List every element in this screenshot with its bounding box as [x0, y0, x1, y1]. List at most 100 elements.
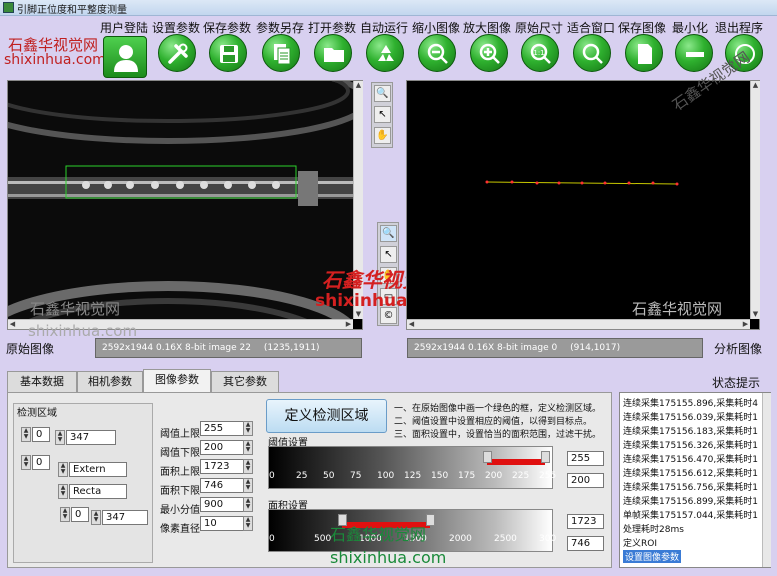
zoom-in-button[interactable] — [470, 34, 508, 72]
folder-icon — [324, 48, 344, 62]
threshold-low-value[interactable]: 200 — [567, 473, 604, 488]
tab-camera-params[interactable]: 相机参数 — [77, 371, 143, 392]
status-row: 连续采集175156.612,采集耗时1 — [623, 469, 758, 479]
tick-label: 200 — [485, 471, 503, 481]
tick-label: 500 — [314, 534, 332, 544]
app-window: 引脚正位度和平整度测量 石鑫华视觉网 shixinhua.com 用户登陆 设置参… — [0, 0, 777, 576]
min-score-field[interactable]: 900 — [200, 497, 244, 512]
threshold-high-value[interactable]: 255 — [567, 451, 604, 466]
save-params-button[interactable] — [209, 34, 247, 72]
original-info-text: 2592x1944 0.16X 8-bit image 22 — [102, 343, 251, 353]
tab-basic-data[interactable]: 基本数据 — [7, 371, 77, 392]
pointer-tool-icon[interactable]: ↖ — [380, 246, 397, 263]
min-score-stepper[interactable]: ▲ ▼ — [243, 497, 253, 512]
zoom-tool-icon[interactable]: 🔍 — [374, 85, 391, 102]
tools-icon — [168, 43, 188, 64]
roi-mode2-stepper[interactable]: ▲ ▼ — [58, 484, 68, 499]
save-params-as-button[interactable] — [262, 34, 300, 72]
zoom-out-icon — [427, 43, 448, 64]
threshold-upper-stepper[interactable]: ▲ ▼ — [243, 421, 253, 436]
pointer-tool-icon[interactable]: ↖ — [374, 106, 391, 123]
area-high-handle[interactable] — [426, 514, 436, 526]
threshold-slider[interactable]: 0 25 50 75 100 125 150 175 200 225 255 — [268, 446, 557, 489]
tick-label: 50 — [323, 471, 335, 481]
roi-e-stepper[interactable]: ▲ ▼ — [91, 510, 101, 525]
tick-label: 225 — [512, 471, 530, 481]
define-roi-button[interactable]: 定义检测区域 — [266, 399, 387, 433]
roi-c-field[interactable]: 0 — [32, 455, 50, 470]
roi-d-stepper[interactable]: ▲ ▼ — [60, 507, 70, 522]
tick-label: 2000 — [449, 534, 472, 544]
scroll-right-icon[interactable]: ▶ — [741, 320, 750, 329]
roi-mode2-select[interactable]: Recta — [69, 484, 127, 499]
scroll-left-icon[interactable]: ◀ — [8, 320, 17, 329]
analysis-info-bar: 2592x1944 0.16X 8-bit image 0 (914,1017) — [407, 338, 703, 358]
analysis-image-label: 分析图像 — [714, 342, 763, 356]
param-label: 面积下限 — [160, 486, 200, 497]
threshold-lower-stepper[interactable]: ▲ ▼ — [243, 440, 253, 455]
user-login-button[interactable] — [103, 36, 147, 78]
param-label: 阈值下限 — [160, 448, 200, 459]
analysis-coords: (914,1017) — [570, 343, 621, 353]
save-image-button[interactable] — [625, 34, 663, 72]
roi-b-stepper[interactable]: ▲ ▼ — [55, 430, 65, 445]
area-high-value[interactable]: 1723 — [567, 514, 604, 529]
analysis-vertical-scrollbar[interactable]: ▲ ▼ — [750, 81, 760, 319]
roi-d-field[interactable]: 0 — [71, 507, 89, 522]
pixel-diameter-stepper[interactable]: ▲ ▼ — [243, 516, 253, 531]
open-params-button[interactable] — [314, 34, 352, 72]
tick-label: 0 — [269, 471, 275, 481]
fit-window-button[interactable] — [573, 34, 611, 72]
scroll-left-icon[interactable]: ◀ — [407, 320, 416, 329]
area-low-value[interactable]: 746 — [567, 536, 604, 551]
minimize-button[interactable] — [675, 34, 713, 72]
threshold-upper-field[interactable]: 255 — [200, 421, 244, 436]
roi-mode1-select[interactable]: Extern — [69, 462, 127, 477]
scroll-right-icon[interactable]: ▶ — [344, 320, 353, 329]
document-icon — [638, 44, 652, 64]
area-upper-stepper[interactable]: ▲ ▼ — [243, 459, 253, 474]
settings-button[interactable] — [158, 34, 196, 72]
pan-hand-icon[interactable]: ✋ — [374, 127, 391, 144]
tab-other-params[interactable]: 其它参数 — [211, 371, 279, 392]
status-scrollbar[interactable] — [762, 393, 771, 567]
roi-mode1-stepper[interactable]: ▲ ▼ — [58, 462, 68, 477]
title-bar: 引脚正位度和平整度测量 — [0, 0, 777, 16]
status-list[interactable]: 连续采集175155.896,采集耗时4 连续采集175156.039,采集耗时1… — [619, 392, 771, 568]
scroll-up-icon[interactable]: ▲ — [751, 81, 760, 90]
roi-b-field[interactable]: 347 — [66, 430, 116, 445]
auto-run-button[interactable] — [366, 34, 404, 72]
status-row: 连续采集175156.470,采集耗时1 — [623, 455, 758, 465]
original-image-view[interactable]: ▲ ▼ ◀ ▶ — [7, 80, 363, 330]
one-to-one-text: 1:1 — [533, 49, 544, 57]
tick-label: 255 — [539, 471, 557, 481]
scroll-up-icon[interactable]: ▲ — [354, 81, 363, 90]
tick-label: 300 — [539, 534, 557, 544]
roi-c-stepper[interactable]: ▲ ▼ — [21, 455, 31, 470]
roi-e-field[interactable]: 347 — [102, 510, 148, 525]
original-coords: (1235,1911) — [263, 343, 320, 353]
watermark-en: shixinhua.com — [4, 52, 106, 68]
original-size-button[interactable]: 1:1 — [521, 34, 559, 72]
zoom-out-button[interactable] — [418, 34, 456, 72]
threshold-range-fill — [486, 459, 545, 465]
threshold-lower-field[interactable]: 200 — [200, 440, 244, 455]
scroll-down-icon[interactable]: ▼ — [354, 310, 363, 319]
status-row: 连续采集175156.756,采集耗时1 — [623, 483, 758, 493]
zoom-fit-icon — [582, 43, 603, 64]
pixel-diameter-field[interactable]: 10 — [200, 516, 244, 531]
original-tool-palette: 🔍 ↖ ✋ — [371, 82, 393, 148]
area-lower-field[interactable]: 746 — [200, 478, 244, 493]
area-lower-stepper[interactable]: ▲ ▼ — [243, 478, 253, 493]
tab-image-params[interactable]: 图像参数 — [143, 369, 211, 393]
scroll-down-icon[interactable]: ▼ — [751, 310, 760, 319]
minus-icon — [686, 52, 704, 57]
roi-a-field[interactable]: 0 — [32, 427, 50, 442]
analysis-image-view[interactable]: ▲ ▼ ◀ ▶ — [406, 80, 760, 330]
zoom-tool-icon[interactable]: 🔍 — [380, 225, 397, 242]
roi-a-stepper[interactable]: ▲ ▼ — [21, 427, 31, 442]
threshold-low-handle[interactable] — [482, 451, 492, 463]
area-upper-field[interactable]: 1723 — [200, 459, 244, 474]
threshold-high-handle[interactable] — [541, 451, 550, 463]
analysis-horizontal-scrollbar[interactable]: ◀ ▶ — [407, 319, 750, 329]
